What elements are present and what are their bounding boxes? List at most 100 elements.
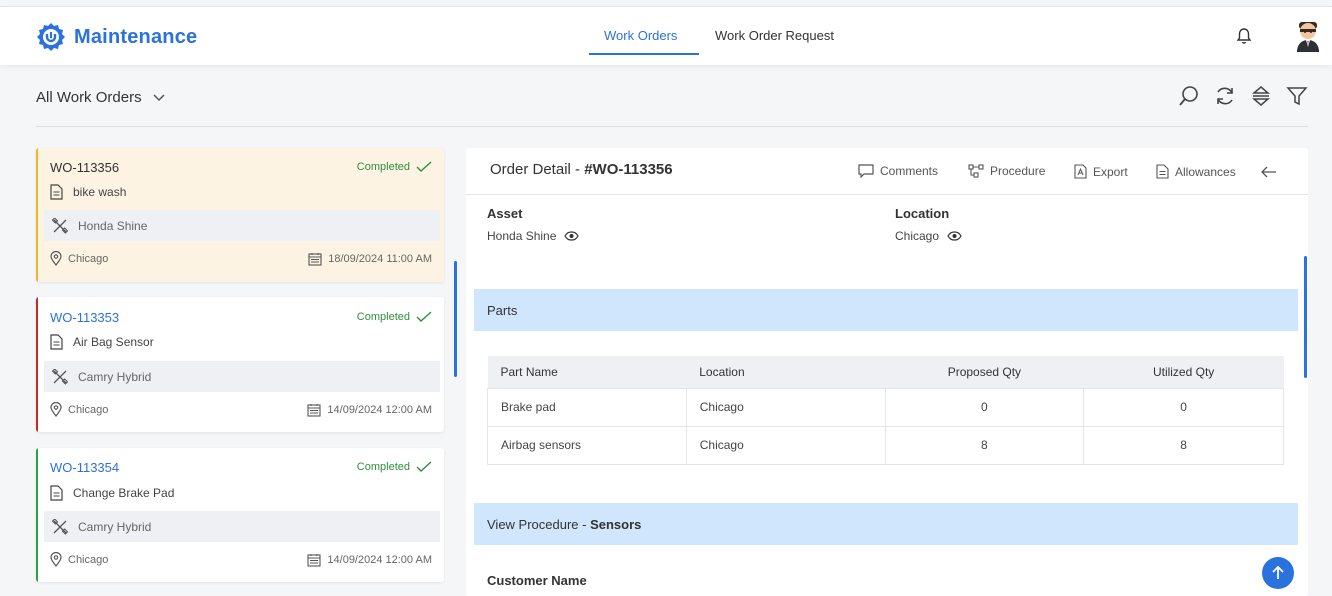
tools-icon — [52, 218, 68, 234]
work-order-id: WO-113356 — [50, 160, 120, 175]
calendar-icon — [307, 404, 321, 417]
tools-icon — [52, 519, 68, 535]
asset-row: Camry Hybrid — [52, 519, 151, 535]
column-header: Utilized Qty — [1083, 356, 1284, 388]
comments-label: Comments — [880, 164, 939, 178]
table-header-row: Part Name Location Proposed Qty Utilized… — [487, 356, 1284, 388]
export-label: Export — [1093, 164, 1128, 179]
header-divider — [36, 126, 1308, 127]
asset-value-row: Honda Shine — [487, 229, 580, 243]
work-order-title: Air Bag Sensor — [73, 335, 154, 349]
due-date: 14/09/2024 12:00 AM — [327, 554, 432, 566]
app-logo[interactable]: Maintenance — [36, 22, 197, 52]
user-avatar[interactable] — [1294, 20, 1322, 52]
status-badge: Completed — [357, 161, 432, 173]
work-order-id[interactable]: WO-113353 — [50, 310, 119, 325]
asset-name: Camry Hybrid — [78, 520, 152, 534]
allowances-button[interactable]: Allowances — [1156, 164, 1236, 179]
calendar-icon — [308, 253, 322, 266]
date-row: 14/09/2024 12:00 AM — [307, 553, 432, 567]
notification-bell-icon[interactable] — [1236, 27, 1252, 45]
table-row: Brake pad Chicago 0 0 — [487, 387, 1284, 427]
status-text: Completed — [356, 161, 410, 173]
title-order-id: #WO-113356 — [584, 161, 673, 178]
column-header: Part Name — [487, 356, 687, 388]
due-date: 14/09/2024 12:00 AM — [327, 404, 432, 416]
location-name: Chicago — [68, 403, 109, 416]
procedure-button[interactable]: Procedure — [968, 164, 1045, 178]
allowances-label: Allowances — [1175, 164, 1236, 179]
table-cell: 8 — [1083, 425, 1284, 465]
work-order-title-row: Air Bag Sensor — [50, 334, 154, 350]
card-priority-stripe — [36, 148, 38, 282]
panel-divider — [466, 194, 1308, 195]
arrow-up-icon — [1272, 566, 1284, 579]
work-order-title: bike wash — [73, 185, 127, 199]
location-pin-icon — [50, 402, 62, 417]
location-label: Location — [895, 206, 950, 221]
parts-table: Part Name Location Proposed Qty Utilized… — [487, 356, 1284, 465]
document-icon — [50, 334, 63, 350]
check-icon — [416, 161, 432, 172]
table-cell: Airbag sensors — [487, 425, 687, 465]
table-cell: 0 — [1083, 387, 1284, 427]
filter-icon[interactable] — [1286, 85, 1308, 107]
asset-name: Honda Shine — [78, 219, 148, 233]
procedure-flow-icon — [968, 164, 984, 178]
detail-scrollbar[interactable] — [1304, 256, 1307, 378]
work-order-id[interactable]: WO-113354 — [50, 460, 119, 475]
check-icon — [416, 311, 432, 322]
status-badge: Completed — [357, 311, 432, 323]
status-text: Completed — [356, 311, 410, 323]
table-cell: Chicago — [685, 387, 886, 427]
search-icon[interactable] — [1178, 85, 1200, 107]
table-cell: Chicago — [685, 425, 886, 465]
view-eye-icon[interactable] — [564, 231, 580, 241]
location-name: Chicago — [68, 252, 109, 265]
tab-work-orders[interactable]: Work Orders — [604, 28, 677, 43]
card-priority-stripe — [36, 297, 38, 432]
tab-work-order-request[interactable]: Work Order Request — [715, 28, 834, 43]
procedure-label: Procedure — [990, 164, 1046, 178]
date-row: 18/09/2024 11:00 AM — [308, 252, 432, 266]
document-icon — [1156, 164, 1169, 179]
location-row: Chicago — [50, 552, 108, 567]
date-row: 14/09/2024 12:00 AM — [307, 403, 432, 417]
comment-icon — [858, 164, 874, 178]
maintenance-logo-icon — [37, 23, 65, 51]
sort-icon[interactable] — [1250, 85, 1272, 107]
work-order-card[interactable]: WO-113353 Completed Air Bag Sensor Camry… — [36, 297, 444, 432]
procedure-section-header[interactable]: View Procedure - Sensors — [474, 503, 1298, 545]
tools-icon — [52, 369, 68, 385]
asset-row: Honda Shine — [52, 218, 147, 234]
back-arrow-icon[interactable] — [1261, 166, 1277, 178]
column-header: Proposed Qty — [885, 356, 1084, 388]
active-tab-indicator — [589, 53, 699, 55]
view-eye-icon[interactable] — [947, 231, 962, 241]
procedure-header-prefix: View Procedure - — [487, 517, 591, 532]
refresh-icon[interactable] — [1214, 85, 1236, 107]
document-icon — [50, 485, 63, 501]
calendar-icon — [307, 554, 321, 567]
work-order-title-row: Change Brake Pad — [50, 485, 174, 501]
table-cell: 8 — [884, 425, 1085, 465]
asset-band: Camry Hybrid — [44, 511, 440, 542]
export-button[interactable]: Export — [1074, 164, 1128, 179]
location-name: Chicago — [68, 553, 109, 566]
order-detail-panel: Order Detail - #WO-113356 Comments Proce… — [466, 148, 1308, 596]
pdf-export-icon — [1074, 164, 1087, 179]
work-order-card[interactable]: WO-113354 Completed Change Brake Pad Cam… — [36, 448, 444, 582]
location-pin-icon — [50, 552, 62, 567]
location-pin-icon — [50, 251, 62, 266]
document-icon — [50, 184, 63, 200]
work-order-filter-dropdown[interactable]: All Work Orders — [36, 89, 166, 106]
table-row: Airbag sensors Chicago 8 8 — [487, 425, 1284, 465]
comments-button[interactable]: Comments — [858, 164, 938, 178]
work-order-card[interactable]: WO-113356 Completed bike wash Honda Shin… — [36, 148, 444, 282]
asset-band: Honda Shine — [44, 210, 440, 241]
parts-section-header: Parts — [474, 289, 1298, 331]
list-scrollbar[interactable] — [454, 261, 457, 377]
asset-name: Camry Hybrid — [78, 370, 152, 384]
asset-row: Camry Hybrid — [52, 369, 151, 385]
scroll-to-top-button[interactable] — [1262, 557, 1294, 589]
